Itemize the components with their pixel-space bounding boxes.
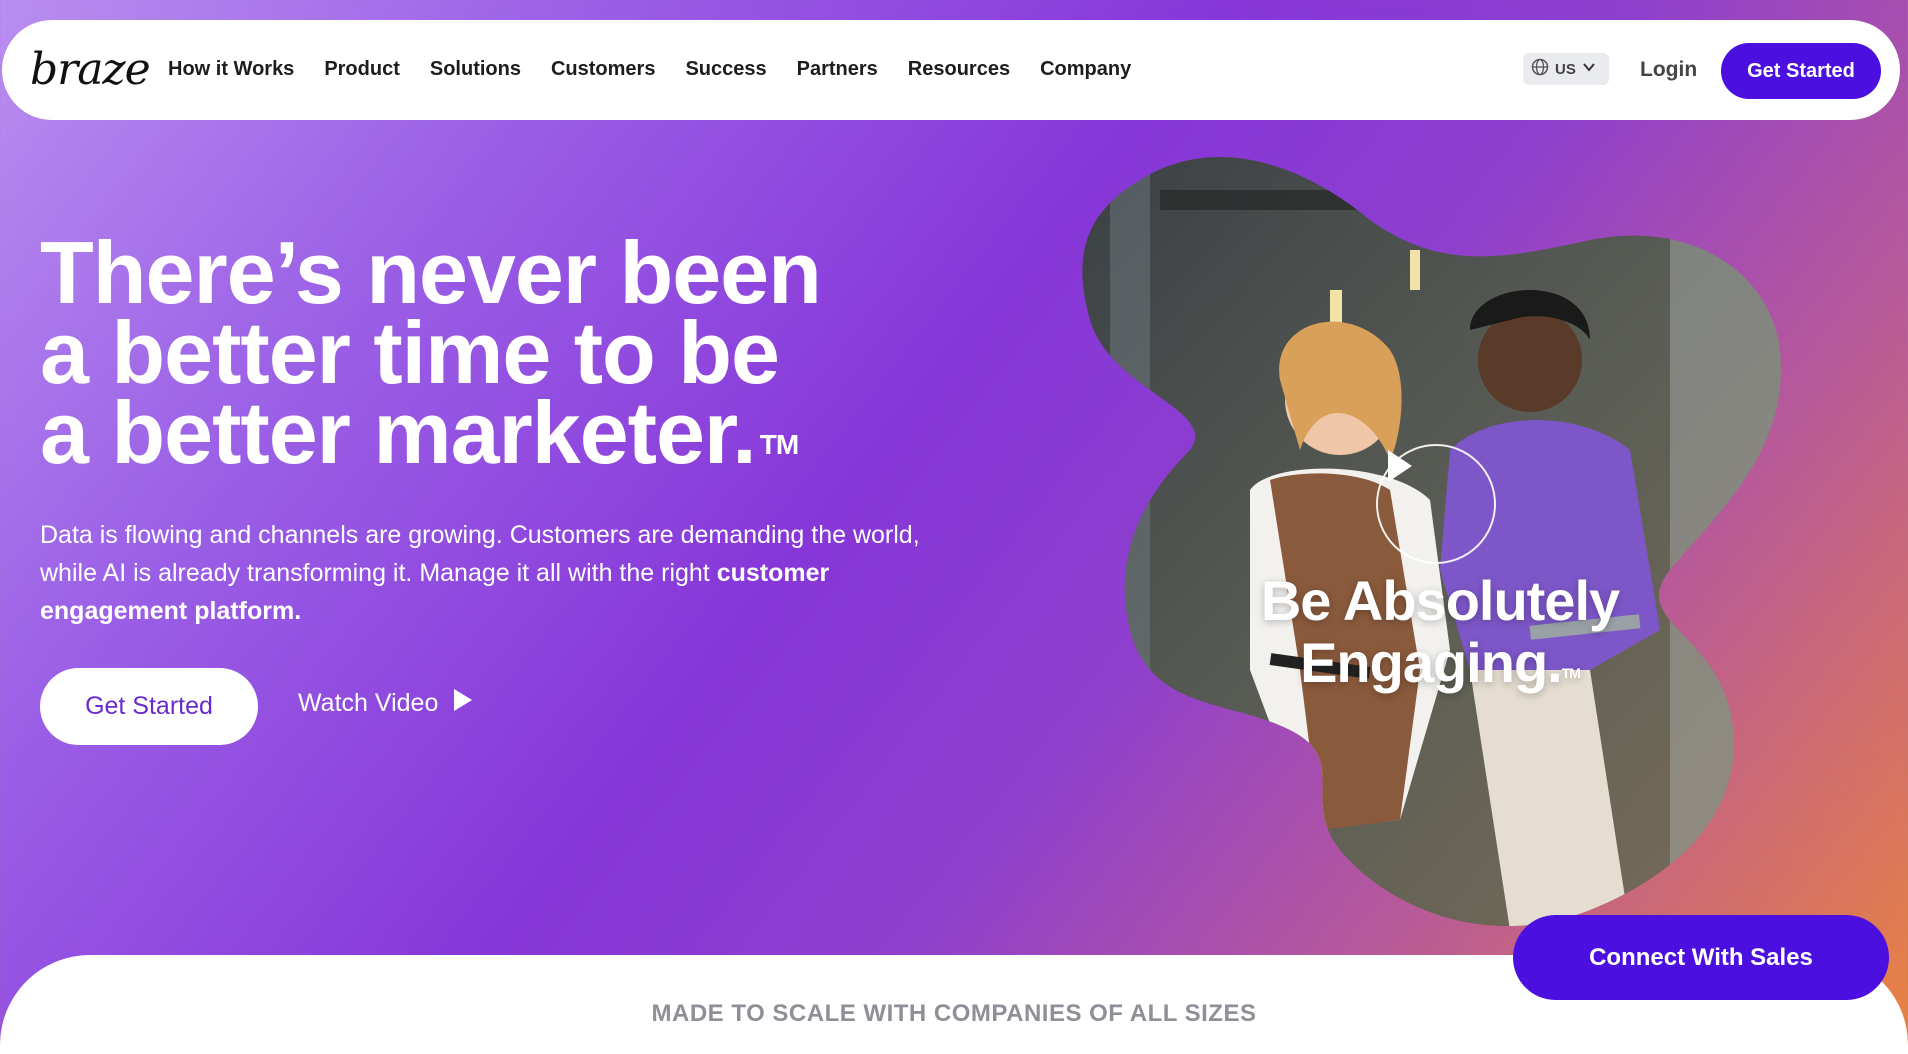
video-overlay-line-2: Engaging.TM xyxy=(1250,632,1630,694)
nav-resources[interactable]: Resources xyxy=(908,58,1010,81)
headline-line-2: a better time to be xyxy=(40,303,780,402)
nav-customers[interactable]: Customers xyxy=(551,58,655,81)
nav-company[interactable]: Company xyxy=(1040,58,1131,81)
headline-line-3: a better marketer. TM xyxy=(40,389,920,477)
video-trademark: TM xyxy=(1561,665,1581,681)
nav-success[interactable]: Success xyxy=(685,58,766,81)
hero-get-started-button[interactable]: Get Started xyxy=(40,668,258,745)
login-link[interactable]: Login xyxy=(1640,58,1697,82)
connect-with-sales-button[interactable]: Connect With Sales xyxy=(1513,915,1889,1000)
logos-section-title: MADE TO SCALE WITH COMPANIES OF ALL SIZE… xyxy=(651,1000,1257,1027)
play-icon xyxy=(454,689,473,718)
video-overlay-line-1: Be Absolutely xyxy=(1260,569,1620,632)
video-play-button[interactable] xyxy=(1376,444,1496,564)
nav-how-it-works[interactable]: How it Works xyxy=(168,58,294,81)
globe-icon xyxy=(1531,58,1549,80)
region-selector[interactable]: US xyxy=(1523,53,1609,85)
chevron-down-icon xyxy=(1582,60,1596,78)
nav-partners[interactable]: Partners xyxy=(797,58,878,81)
headline-line-1: There’s never been xyxy=(40,223,822,322)
headline-line-3-text: a better marketer. xyxy=(40,383,757,482)
nav-solutions[interactable]: Solutions xyxy=(430,58,521,81)
hero-subtext: Data is flowing and channels are growing… xyxy=(40,516,920,630)
trademark-mark: TM xyxy=(759,429,799,460)
region-label: US xyxy=(1555,60,1576,78)
hero-video[interactable]: Be Absolutely Engaging.TM xyxy=(1070,150,1800,930)
video-overlay-line-2-text: Engaging. xyxy=(1300,631,1563,694)
video-overlay-text: Be Absolutely Engaging.TM xyxy=(1250,570,1630,694)
play-icon xyxy=(1388,450,1412,482)
primary-nav: How it Works Product Solutions Customers… xyxy=(168,58,1161,81)
nav-get-started-button[interactable]: Get Started xyxy=(1721,43,1881,99)
nav-product[interactable]: Product xyxy=(324,58,400,81)
watch-video-label: Watch Video xyxy=(298,689,439,717)
braze-logo[interactable]: braze xyxy=(30,44,151,95)
top-navbar: braze How it Works Product Solutions Cus… xyxy=(2,20,1900,120)
hero-headline: There’s never been a better time to be a… xyxy=(40,223,920,477)
watch-video-link[interactable]: Watch Video xyxy=(298,689,473,718)
